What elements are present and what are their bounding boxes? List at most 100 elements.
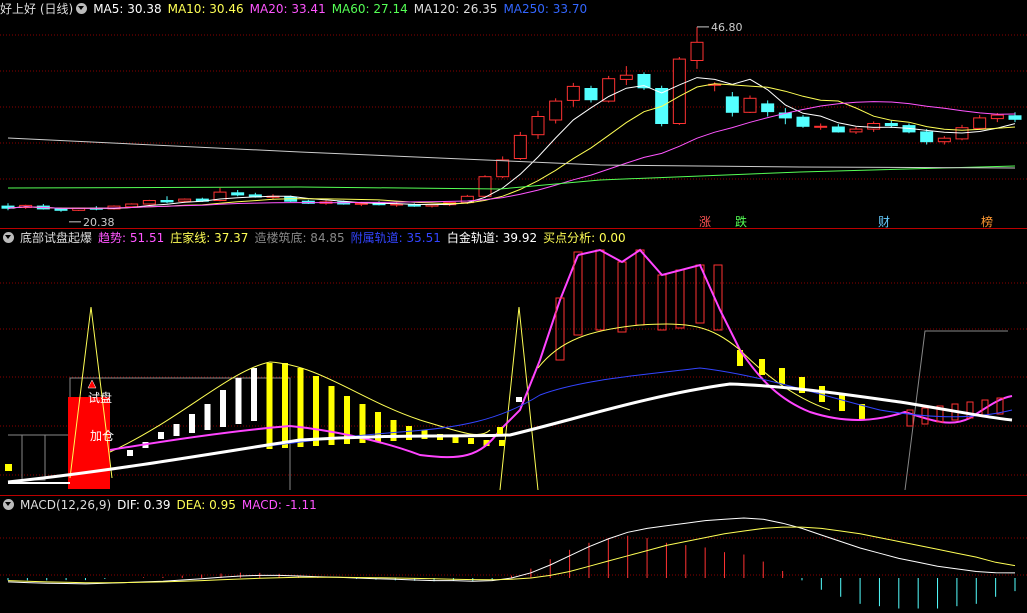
indicator-legend-item-4: 白金轨道: 39.92 (446, 231, 538, 245)
candle-body (513, 134, 527, 159)
candle-body (672, 58, 686, 124)
event-badge-1[interactable]: 跌 (733, 213, 749, 230)
candle-body (584, 88, 598, 101)
momentum-bar (266, 363, 273, 449)
peak-bar (595, 249, 605, 331)
momentum-bar (328, 386, 335, 445)
candle-body (602, 78, 616, 102)
candle-body (884, 123, 898, 127)
candle-body (690, 41, 704, 61)
momentum-bar (235, 378, 242, 424)
candle-body (619, 74, 633, 80)
ma-legend: MA5: 30.38 MA10: 30.46 MA20: 33.41 MA60: 27… (93, 2, 593, 16)
macd-legend-item-0: DIF: 0.39 (117, 498, 171, 512)
indicator-title: 底部试盘起爆 (20, 231, 93, 245)
event-badge-0[interactable]: 涨 (697, 213, 713, 230)
peak-bar (635, 249, 645, 326)
candle-body (496, 159, 510, 178)
ma-legend-item-5: MA250: 33.70 (503, 2, 588, 16)
candle-body (725, 96, 739, 113)
candle-body (125, 203, 139, 208)
indicator-legend-item-5: 买点分析: 0.00 (543, 231, 626, 245)
momentum-bar (282, 363, 288, 448)
macd-title: MACD(12,26,9) (20, 498, 112, 512)
ma-legend-item-0: MA5: 30.38 (93, 2, 162, 16)
candle-body (566, 85, 580, 101)
banker-line (537, 323, 831, 411)
ma-legend-item-2: MA20: 33.41 (249, 2, 326, 16)
ma60-line (7, 165, 1016, 190)
ma-legend-item-1: MA10: 30.46 (167, 2, 244, 16)
signal-marker (516, 397, 522, 402)
candle-body (478, 176, 492, 197)
candle-body (178, 198, 192, 202)
high-label: 46.80 (711, 21, 743, 34)
indicator-header: 底部试盘起爆 趋势: 51.51 庄家线: 37.37 造楼筑底: 84.85 附属轨道… (0, 229, 638, 247)
momentum-bar (127, 450, 133, 456)
peak-bar (657, 274, 667, 331)
momentum-bar (173, 424, 180, 436)
momentum-bar (839, 395, 845, 411)
momentum-bar (406, 426, 412, 440)
candle-body (354, 202, 368, 205)
main-chart-header: 好上好 (日线) MA5: 30.38 MA10: 30.46 MA20: 33.41… (0, 0, 599, 18)
momentum-bar (313, 376, 319, 446)
momentum-bar (251, 368, 257, 421)
signal-marker (5, 464, 12, 471)
ma-legend-item-4: MA120: 26.35 (413, 2, 498, 16)
momentum-bar (189, 414, 195, 433)
chevron-down-icon[interactable] (3, 499, 14, 510)
macd-legend: DIF: 0.39 DEA: 0.95 MACD: -1.11 (117, 498, 323, 512)
candle-body (761, 103, 775, 113)
base-building-line (8, 377, 291, 490)
signal-marker (497, 427, 503, 434)
candle-body (814, 125, 828, 128)
candle-body (867, 123, 881, 130)
event-badge-2[interactable]: 财 (876, 213, 892, 230)
momentum-bar (421, 430, 428, 439)
macd-header: MACD(12,26,9) DIF: 0.39 DEA: 0.95 MACD: -1.… (0, 496, 329, 514)
base-building-line (21, 435, 46, 481)
candle-body (743, 97, 757, 113)
candle-body (54, 208, 68, 211)
momentum-bar (204, 404, 211, 430)
dea-line (7, 526, 1016, 584)
momentum-bar (499, 440, 505, 446)
price-chart-svg[interactable]: 46.80 20.38 试盘加仓 (0, 0, 1027, 613)
annotation-probe: 试盘 (88, 390, 112, 405)
chevron-down-icon[interactable] (3, 232, 14, 243)
indicator-legend-item-3: 附属轨道: 35.51 (350, 231, 441, 245)
momentum-bar (779, 368, 785, 384)
candle-body (990, 114, 1004, 120)
candle-body (796, 116, 810, 127)
candle-body (849, 128, 863, 133)
indicator-legend: 趋势: 51.51 庄家线: 37.37 造楼筑底: 84.85 附属轨道: 35.5… (98, 231, 632, 245)
candle-body (831, 126, 845, 133)
candle-body (920, 131, 934, 143)
momentum-bar (220, 390, 226, 427)
indicator-legend-item-0: 趋势: 51.51 (98, 231, 165, 245)
candle-body (1008, 115, 1022, 120)
low-label: 20.38 (83, 216, 115, 229)
candle-body (937, 137, 951, 143)
candle-body (549, 100, 563, 121)
dif-line (7, 517, 1016, 585)
momentum-bar (452, 437, 459, 443)
macd-legend-item-1: DEA: 0.95 (176, 498, 236, 512)
event-badge-3[interactable]: 榜 (979, 213, 995, 230)
ma10-line (7, 83, 1016, 209)
annotation-add: 加仓 (90, 429, 114, 443)
indicator-legend-item-1: 庄家线: 37.37 (170, 231, 249, 245)
candle-body (531, 116, 545, 136)
indicator-legend-item-2: 造楼筑底: 84.85 (254, 231, 345, 245)
chevron-down-icon[interactable] (76, 3, 88, 14)
macd-legend-item-2: MACD: -1.11 (241, 498, 317, 512)
momentum-bar (759, 359, 765, 375)
momentum-bar (468, 438, 474, 444)
stock-title: 好上好 (日线) (0, 2, 74, 16)
momentum-bar (158, 432, 164, 439)
candle-body (973, 117, 987, 129)
peak-bar (675, 269, 685, 329)
candle-body (231, 192, 245, 196)
up-arrow-icon (87, 379, 97, 389)
